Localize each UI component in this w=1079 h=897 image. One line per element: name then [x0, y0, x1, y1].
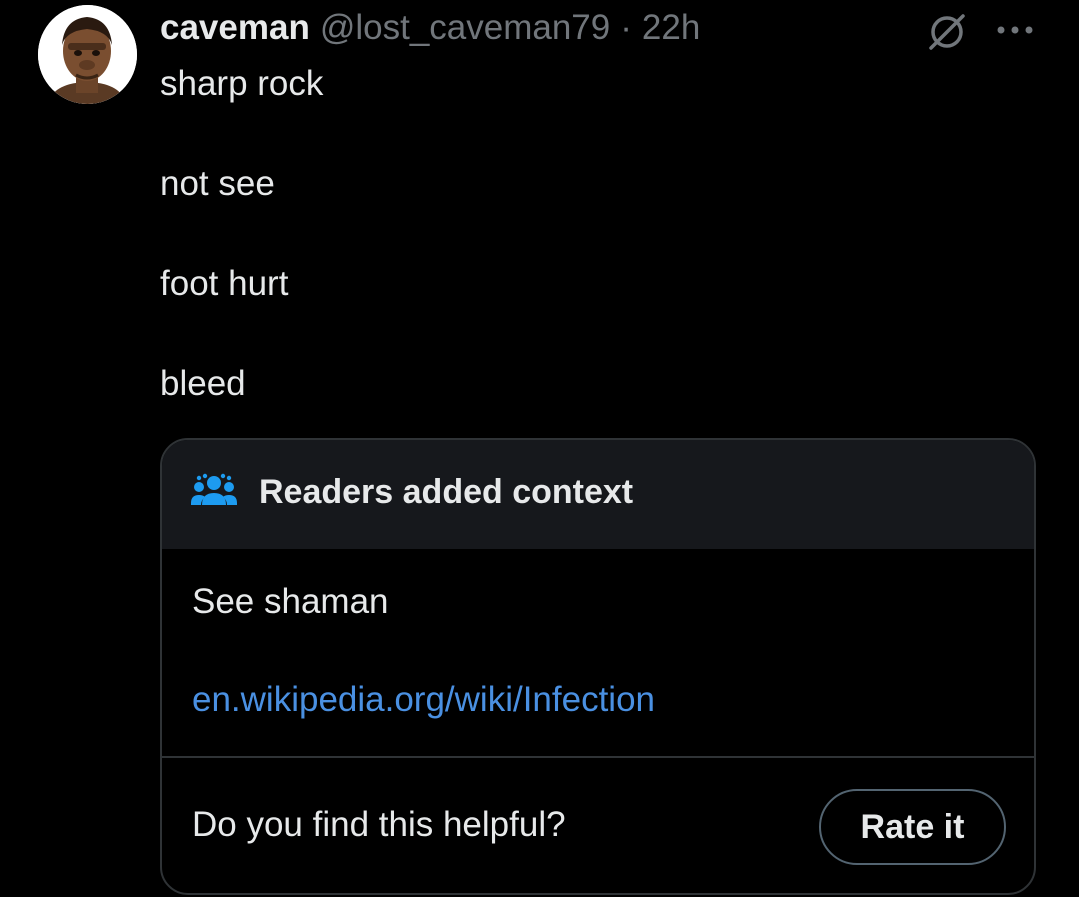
header-separator: · — [620, 8, 632, 47]
post-text-line: foot hurt — [160, 264, 289, 303]
avatar[interactable] — [38, 5, 137, 104]
people-icon — [191, 473, 237, 505]
community-note-body: See shaman — [192, 582, 389, 621]
helpful-prompt: Do you find this helpful? — [192, 805, 566, 844]
author-display-name[interactable]: caveman — [160, 8, 310, 48]
community-note-header: Readers added context — [162, 440, 1034, 549]
more-horizontal-icon[interactable] — [995, 20, 1035, 40]
community-note-source-link[interactable]: en.wikipedia.org/wiki/Infection — [192, 680, 655, 720]
caveman-portrait-icon — [38, 5, 137, 104]
post-text-line: not see — [160, 164, 275, 203]
community-note-card: Readers added context See shaman en.wiki… — [160, 438, 1036, 895]
grok-icon[interactable] — [925, 10, 969, 54]
post-text-line: bleed — [160, 364, 246, 403]
post-header: caveman @lost_caveman79 · 22h — [160, 8, 700, 50]
rate-it-button[interactable]: Rate it — [819, 789, 1006, 865]
author-handle[interactable]: @lost_caveman79 — [320, 8, 610, 48]
community-note-title: Readers added context — [259, 473, 634, 511]
post-timestamp[interactable]: 22h — [642, 8, 700, 48]
divider — [162, 756, 1034, 758]
post-text-line: sharp rock — [160, 64, 324, 103]
